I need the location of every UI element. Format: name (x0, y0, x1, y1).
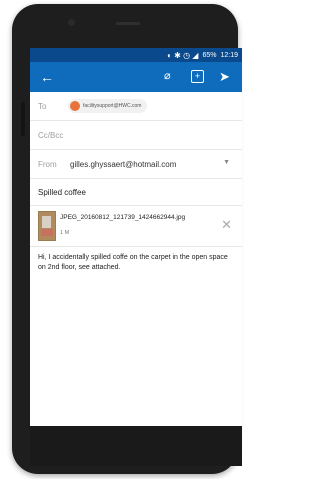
dropdown-icon[interactable]: ▼ (223, 159, 230, 166)
to-row[interactable]: To facilitysupport@HWC.com (30, 92, 242, 121)
attachment-size: 1 M (60, 230, 70, 236)
phone-frame: ◐ ✱ ◷ ◢ 65% 12:19 ← ⌀ + ➤ To facilitysup… (12, 4, 242, 474)
cc-bcc-label: Cc/Bcc (38, 130, 64, 140)
message-body[interactable]: Hi, I accidentally spilled coffe on the … (30, 247, 242, 279)
calendar-add-icon[interactable]: + (191, 70, 204, 83)
from-row[interactable]: From gilles.ghyssaert@hotmail.com ▼ (30, 150, 242, 179)
attach-icon[interactable]: ⌀ (164, 69, 171, 82)
status-bar: ◐ ✱ ◷ ◢ 65% 12:19 (30, 48, 242, 62)
attachment-row[interactable]: JPEG_20160812_121739_1424662944.jpg 1 M … (30, 206, 242, 247)
cc-bcc-row[interactable]: Cc/Bcc (30, 121, 242, 150)
front-camera (68, 19, 75, 26)
from-label: From (38, 159, 57, 169)
bottom-bezel (30, 426, 242, 466)
compose-toolbar: ← ⌀ + ➤ (30, 62, 242, 92)
battery-level: 65% (202, 51, 217, 59)
subject-field[interactable]: Spilled coffee (30, 179, 242, 206)
recipient-email: facilitysupport@HWC.com (83, 103, 142, 109)
attachment-thumbnail (38, 211, 56, 241)
signal-icon: ◐ ✱ ◷ ◢ (167, 50, 199, 60)
attachment-name: JPEG_20160812_121739_1424662944.jpg (60, 214, 186, 221)
avatar (70, 101, 80, 111)
screen: ◐ ✱ ◷ ◢ 65% 12:19 ← ⌀ + ➤ To facilitysup… (30, 48, 242, 426)
send-icon[interactable]: ➤ (219, 69, 230, 85)
side-button (21, 102, 25, 136)
recipient-chip[interactable]: facilitysupport@HWC.com (68, 99, 148, 113)
back-arrow-icon[interactable]: ← (40, 68, 54, 86)
close-icon[interactable]: ✕ (221, 217, 232, 233)
clock: 12:19 (220, 51, 238, 59)
earpiece (116, 22, 140, 25)
to-label: To (38, 101, 47, 111)
from-account: gilles.ghyssaert@hotmail.com (70, 159, 177, 169)
